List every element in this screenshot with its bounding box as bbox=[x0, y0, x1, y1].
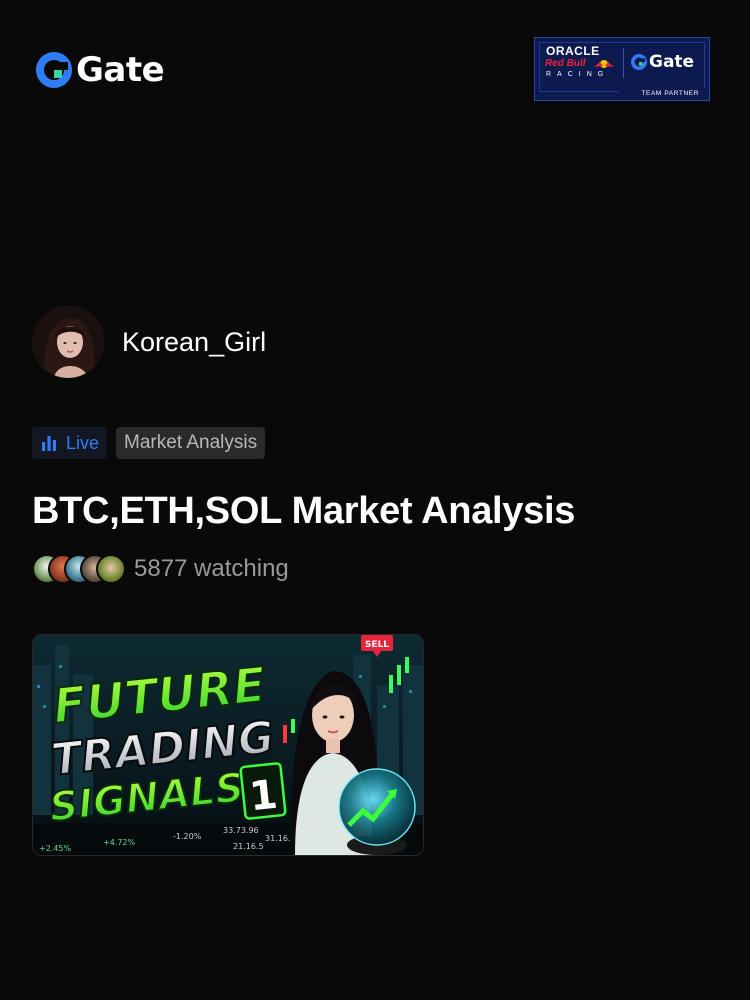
live-badge-label: Live bbox=[66, 432, 100, 453]
host-name[interactable]: Korean_Girl bbox=[122, 327, 266, 358]
host-avatar-image bbox=[32, 306, 104, 378]
sell-badge: SELL bbox=[365, 640, 389, 650]
ticker-3: -1.20% bbox=[173, 832, 202, 841]
host-avatar[interactable] bbox=[32, 306, 104, 378]
ticker-4: 33.73.96 bbox=[223, 826, 259, 835]
redbull-bulls-icon bbox=[594, 60, 614, 68]
stream-title: BTC,ETH,SOL Market Analysis bbox=[32, 490, 576, 532]
partner-divider bbox=[623, 48, 624, 78]
live-bars-icon bbox=[42, 436, 56, 451]
partner-gate-logo: Gate bbox=[631, 52, 694, 72]
gate-small-icon bbox=[631, 54, 647, 70]
ticker-1: +2.45% bbox=[39, 844, 72, 853]
partner-racing-text: RACING bbox=[546, 71, 610, 78]
viewer-summary: 5877 watching bbox=[32, 554, 289, 584]
partner-badge: ORACLE Red Bull RACING Gate TEAM PARTNER bbox=[534, 37, 710, 101]
gate-logo[interactable]: Gate bbox=[36, 50, 165, 90]
partner-oracle-text: ORACLE bbox=[546, 44, 600, 58]
viewer-avatar bbox=[96, 554, 126, 584]
gate-logo-icon bbox=[36, 52, 72, 88]
stream-tags: Live Market Analysis bbox=[32, 427, 266, 459]
partner-gate-text: Gate bbox=[649, 52, 695, 72]
category-tag[interactable]: Market Analysis bbox=[116, 427, 266, 459]
gate-logo-text: Gate bbox=[76, 50, 165, 90]
thumbnail-image: +2.45% +4.72% -1.20% 33.73.96 21.16.5 31… bbox=[33, 635, 423, 855]
host-row[interactable]: Korean_Girl bbox=[32, 306, 266, 378]
ticker-5: 21.16.5 bbox=[233, 842, 264, 851]
category-tag-label: Market Analysis bbox=[124, 432, 258, 453]
thumbnail-episode-number: 1 bbox=[247, 772, 279, 821]
viewer-avatars bbox=[32, 554, 126, 584]
ticker-2: +4.72% bbox=[103, 838, 136, 847]
partner-footer-label: TEAM PARTNER bbox=[619, 88, 709, 100]
stream-thumbnail[interactable]: +2.45% +4.72% -1.20% 33.73.96 21.16.5 31… bbox=[32, 634, 424, 856]
partner-redbull-text: Red Bull bbox=[545, 58, 586, 69]
watching-count: 5877 watching bbox=[134, 555, 289, 582]
live-badge: Live bbox=[32, 427, 108, 459]
